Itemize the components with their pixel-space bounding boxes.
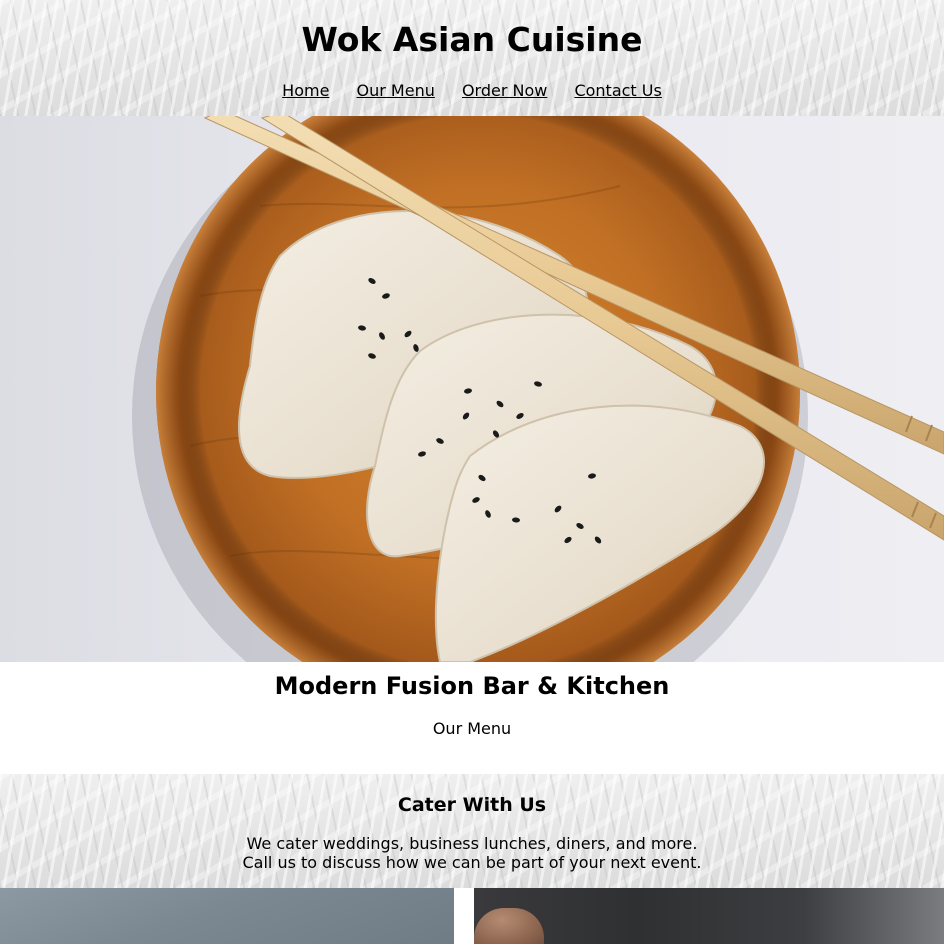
cater-section: Cater With Us We cater weddings, busines… — [0, 774, 944, 888]
tagline-heading: Modern Fusion Bar & Kitchen — [274, 672, 670, 700]
gallery-row — [0, 888, 944, 944]
gallery-image-right — [474, 888, 944, 944]
cater-description: We cater weddings, business lunches, din… — [0, 834, 944, 872]
site-title: Wok Asian Cuisine — [301, 20, 643, 59]
cater-line-1: We cater weddings, business lunches, din… — [246, 834, 698, 853]
gallery-image-left — [0, 888, 454, 944]
our-menu-button[interactable]: Our Menu — [0, 718, 944, 740]
main-nav: Home Our Menu Order Now Contact Us — [0, 79, 944, 103]
cater-heading: Cater With Us — [397, 794, 547, 816]
dumplings-photo — [132, 116, 944, 662]
hero-image — [0, 116, 944, 662]
tagline-section: Modern Fusion Bar & Kitchen Our Menu — [0, 662, 944, 774]
nav-link-order-now[interactable]: Order Now — [462, 81, 547, 100]
site-header: Wok Asian Cuisine Home Our Menu Order No… — [0, 0, 944, 116]
cater-line-2: Call us to discuss how we can be part of… — [242, 853, 702, 872]
chef-arm — [474, 908, 544, 944]
nav-link-our-menu[interactable]: Our Menu — [357, 81, 435, 100]
nav-link-contact-us[interactable]: Contact Us — [574, 81, 661, 100]
nav-link-home[interactable]: Home — [282, 81, 329, 100]
